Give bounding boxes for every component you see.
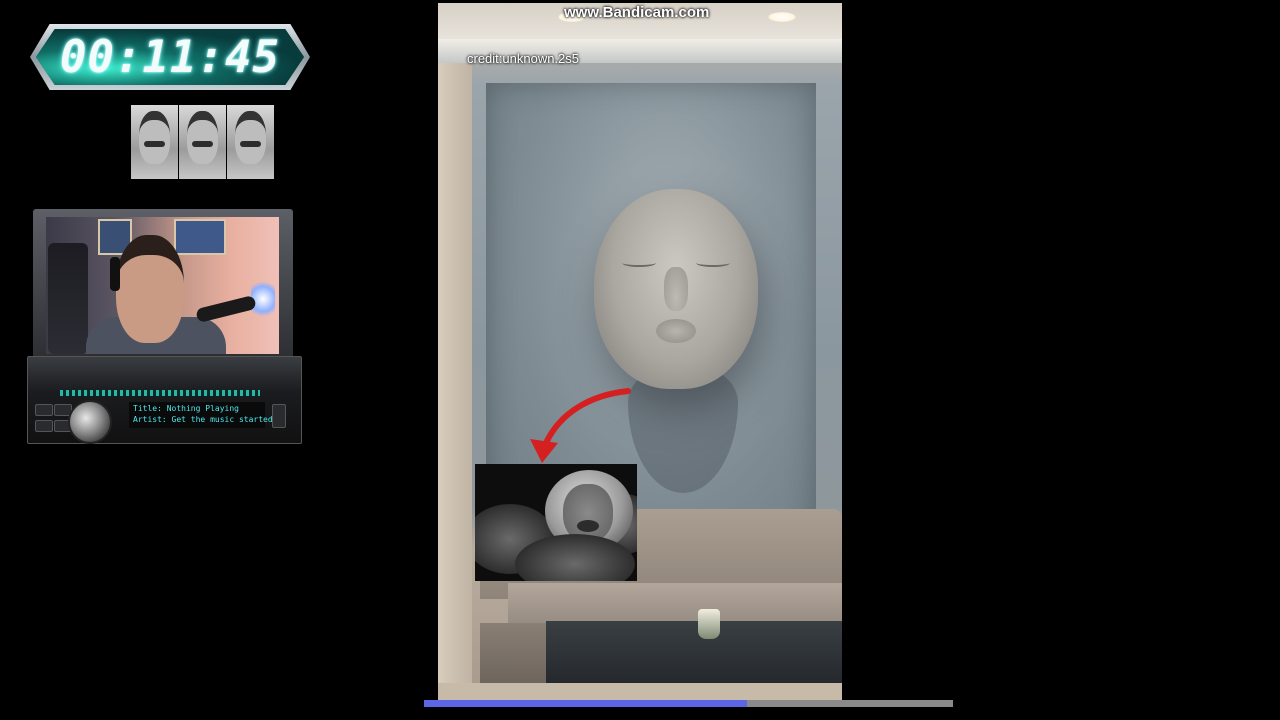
flower-vase <box>698 609 720 639</box>
coffee-table <box>546 621 842 691</box>
now-playing-artist: Artist: Get the music started <box>133 415 273 424</box>
wall-pillar <box>438 63 472 702</box>
volume-knob <box>68 400 112 444</box>
face-photo <box>131 105 178 179</box>
streamer-head <box>116 235 184 343</box>
video-player[interactable] <box>438 3 842 702</box>
radio-button <box>35 420 53 432</box>
stream-timer: 00:11:45 <box>60 31 280 83</box>
radio-button <box>272 404 286 428</box>
sculpture-eye <box>622 259 656 267</box>
lamp-glow <box>251 277 275 321</box>
wall-picture <box>174 219 226 255</box>
radio-button <box>35 404 53 416</box>
video-progress-bar[interactable] <box>424 700 953 707</box>
bandicam-watermark: www.Bandicam.com <box>564 4 710 21</box>
ceiling-light <box>768 12 796 22</box>
curved-arrow-icon <box>530 388 631 463</box>
face-photo-strip <box>131 105 274 179</box>
now-playing-title: Title: Nothing Playing <box>133 404 239 413</box>
progress-played <box>424 700 747 707</box>
face-photo <box>227 105 274 179</box>
sculpture-lips <box>656 319 696 343</box>
moon-lips <box>577 520 599 532</box>
arrow-head <box>530 439 558 463</box>
sculpture-eye <box>696 259 730 267</box>
wall-face-sculpture <box>594 189 758 389</box>
sculpture-nose <box>664 267 688 311</box>
headphones <box>110 257 120 291</box>
microphone <box>195 294 257 324</box>
radio-equalizer <box>60 390 260 396</box>
video-credit: credit:unknown.2s5 <box>467 51 580 66</box>
arrow-stroke <box>543 388 631 446</box>
gaming-chair <box>48 243 88 354</box>
moon-face-inset <box>475 464 637 581</box>
webcam-feed <box>46 217 279 354</box>
face-photo <box>179 105 226 179</box>
